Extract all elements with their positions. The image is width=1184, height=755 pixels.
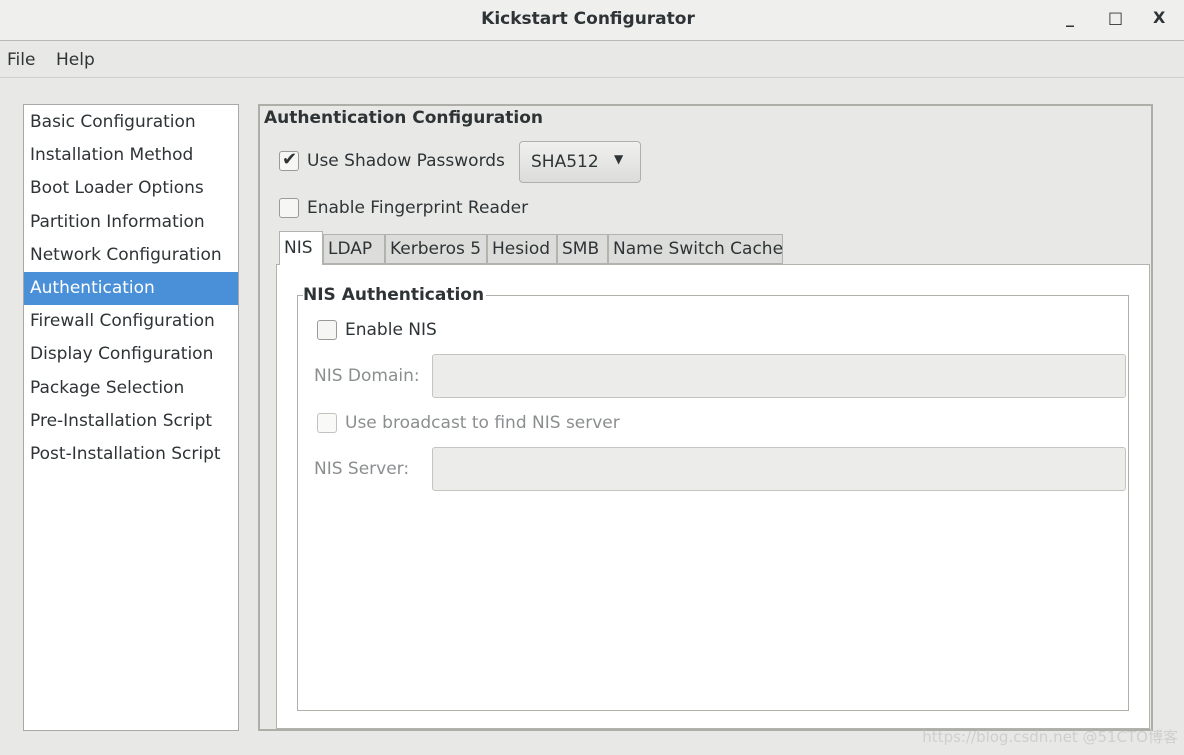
hash-value: SHA512 <box>531 152 599 172</box>
window-title: Kickstart Configurator <box>481 9 695 29</box>
sidebar-item-basic-configuration[interactable]: Basic Configuration <box>24 106 238 139</box>
watermark: https://blog.csdn.net @51CTO博客 <box>922 728 1178 746</box>
hash-algorithm-dropdown[interactable]: SHA512 ▼ <box>519 141 641 183</box>
tab-hesiod[interactable]: Hesiod <box>487 234 557 264</box>
section-list: Basic Configuration Installation Method … <box>23 104 239 731</box>
title-bar: Kickstart Configurator _ □ X <box>0 0 1184 41</box>
shadow-passwords-checkbox[interactable]: ✔ <box>279 149 299 171</box>
nis-domain-label: NIS Domain: <box>314 366 420 386</box>
nis-frame-title: NIS Authentication <box>303 285 487 305</box>
sidebar-item-authentication[interactable]: Authentication <box>24 271 238 306</box>
tab-kerberos[interactable]: Kerberos 5 <box>385 234 487 264</box>
sidebar-item-display-configuration[interactable]: Display Configuration <box>24 338 238 371</box>
shadow-passwords-label: Use Shadow Passwords <box>307 151 505 171</box>
sidebar-item-package-selection[interactable]: Package Selection <box>24 372 238 405</box>
close-button[interactable]: X <box>1153 8 1165 27</box>
checkmark-icon: ✔ <box>282 149 298 170</box>
sidebar-item-partition-information[interactable]: Partition Information <box>24 206 238 239</box>
nis-server-input[interactable] <box>432 447 1126 491</box>
menu-file[interactable]: File <box>7 50 35 70</box>
sidebar-item-installation-method[interactable]: Installation Method <box>24 139 238 172</box>
maximize-button[interactable]: □ <box>1108 8 1123 27</box>
broadcast-checkbox[interactable] <box>317 413 337 433</box>
sidebar-item-firewall-configuration[interactable]: Firewall Configuration <box>24 305 238 338</box>
menu-help[interactable]: Help <box>56 50 95 70</box>
sidebar-item-post-installation-script[interactable]: Post-Installation Script <box>24 438 238 471</box>
enable-nis-checkbox[interactable] <box>317 320 337 340</box>
tab-name-switch-cache[interactable]: Name Switch Cache <box>608 234 783 264</box>
sidebar-item-pre-installation-script[interactable]: Pre-Installation Script <box>24 405 238 438</box>
fingerprint-label: Enable Fingerprint Reader <box>307 198 529 218</box>
minimize-button[interactable]: _ <box>1066 8 1074 27</box>
nis-domain-input[interactable] <box>432 354 1126 398</box>
nis-server-label: NIS Server: <box>314 459 410 479</box>
frame-title: Authentication Configuration <box>264 108 545 128</box>
tab-nis[interactable]: NIS <box>279 231 323 265</box>
tab-ldap[interactable]: LDAP <box>323 234 385 264</box>
menu-bar: File Help <box>0 42 1184 78</box>
enable-nis-label: Enable NIS <box>345 320 437 340</box>
sidebar-item-network-configuration[interactable]: Network Configuration <box>24 239 238 272</box>
sidebar-item-boot-loader-options[interactable]: Boot Loader Options <box>24 172 238 205</box>
broadcast-label: Use broadcast to find NIS server <box>345 413 620 433</box>
dropdown-arrow-icon: ▼ <box>614 152 624 166</box>
fingerprint-checkbox[interactable] <box>279 198 299 218</box>
tab-smb[interactable]: SMB <box>557 234 608 264</box>
